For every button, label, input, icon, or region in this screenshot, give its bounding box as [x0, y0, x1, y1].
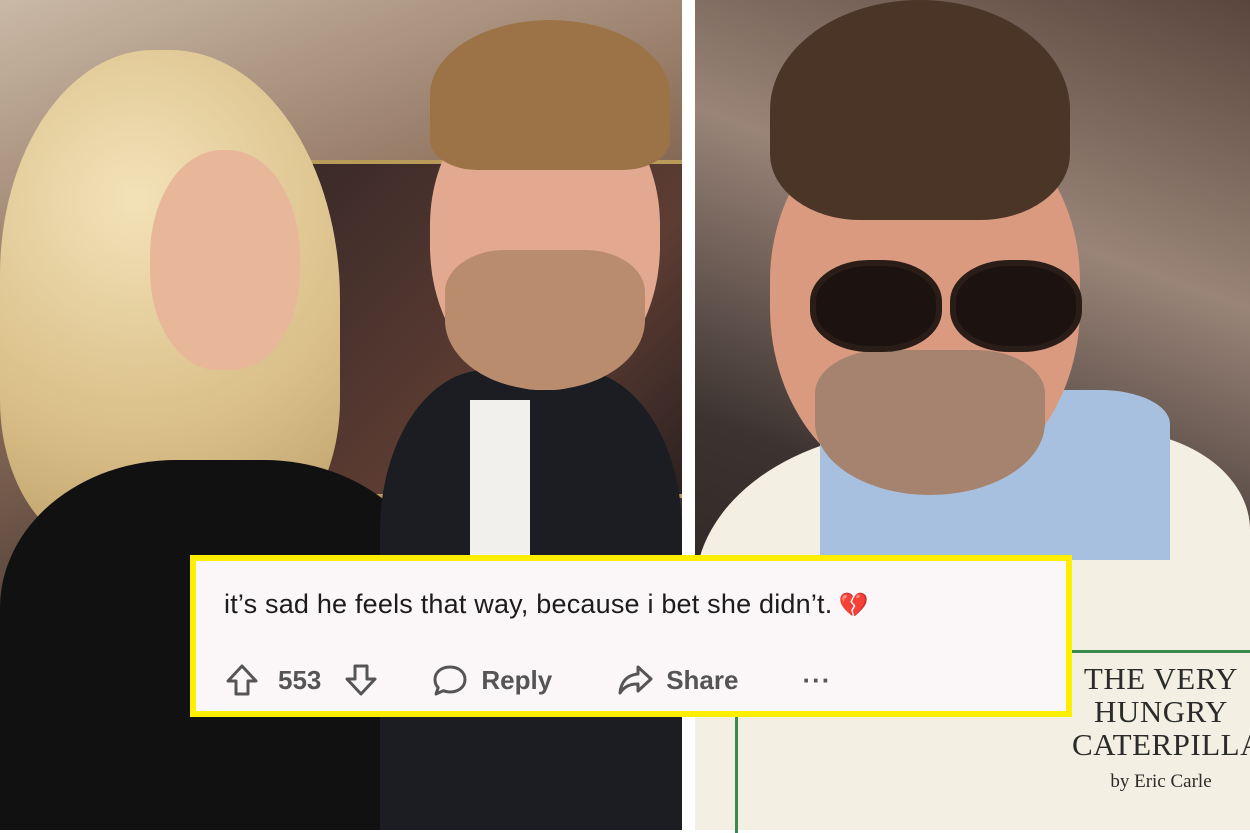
- share-button[interactable]: Share: [616, 662, 738, 698]
- right-lens: [950, 260, 1082, 352]
- reply-label: Reply: [481, 664, 553, 695]
- share-arrow-icon: [618, 665, 653, 695]
- broken-heart-emoji: 💔: [838, 592, 869, 619]
- man-hair-right: [770, 0, 1070, 220]
- sunglasses: [800, 240, 1082, 352]
- print-line-2: HUNGRY: [1094, 694, 1228, 729]
- speech-bubble-icon: [433, 665, 467, 696]
- print-byline: by Eric Carle: [1110, 771, 1212, 792]
- man-beard-right: [815, 350, 1045, 495]
- upvote-button[interactable]: [224, 662, 260, 698]
- comment-text-line: it’s sad he feels that way, because i be…: [224, 589, 869, 620]
- woman-face: [150, 150, 300, 370]
- man-hair: [430, 20, 670, 170]
- left-lens: [810, 260, 942, 352]
- arrow-up-icon: [226, 664, 258, 696]
- comment-actions: 553 Reply Share ···: [224, 658, 831, 702]
- print-line-3: CATERPILLAR: [1072, 727, 1250, 762]
- reply-button[interactable]: Reply: [431, 662, 552, 698]
- sweater-print-text: THE VERY HUNGRY CATERPILLAR by Eric Carl…: [1072, 662, 1250, 793]
- print-line-1: THE VERY: [1083, 661, 1239, 696]
- man-beard: [445, 250, 645, 390]
- ellipsis-icon: ···: [802, 664, 832, 695]
- comment-card: it’s sad he feels that way, because i be…: [190, 555, 1072, 717]
- more-options-button[interactable]: ···: [802, 665, 831, 696]
- vote-count: 553: [278, 664, 322, 695]
- man-shirt: [470, 400, 530, 560]
- comment-body: it’s sad he feels that way, because i be…: [224, 589, 833, 619]
- arrow-down-icon: [345, 664, 377, 696]
- downvote-button[interactable]: [343, 662, 379, 698]
- share-label: Share: [666, 664, 739, 695]
